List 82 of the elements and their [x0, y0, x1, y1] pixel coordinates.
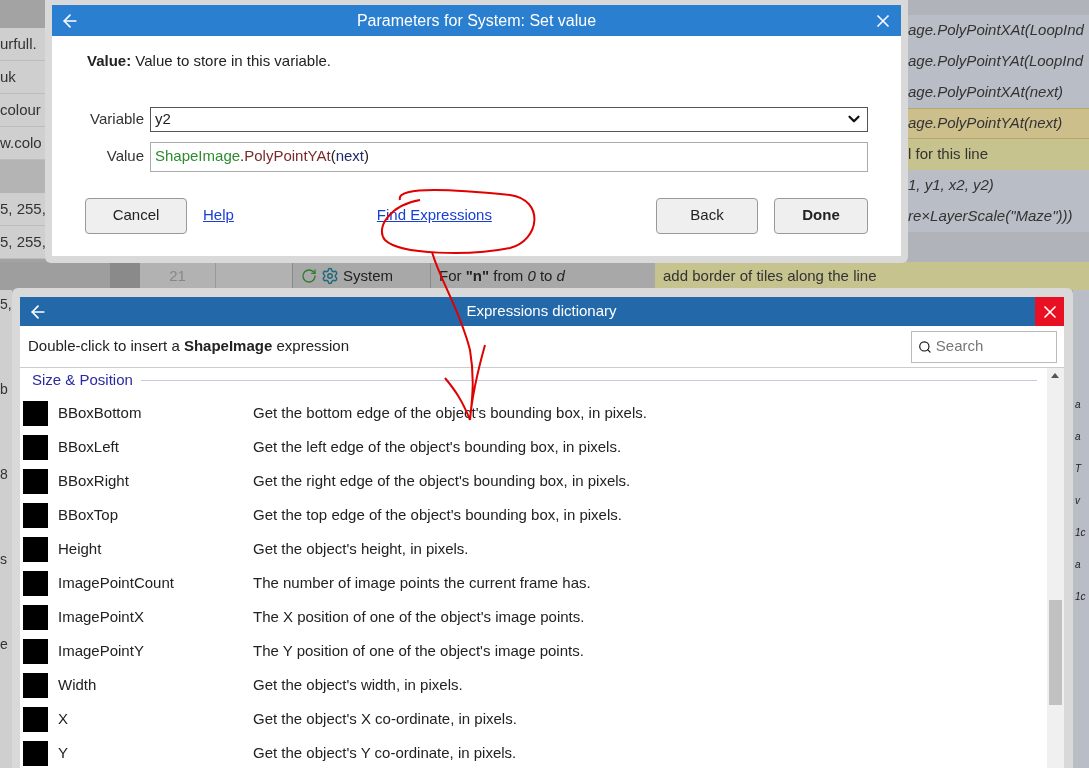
expression-name[interactable]: ImagePointX: [48, 605, 253, 629]
sheet-cell-text: b: [0, 380, 8, 399]
loop-icon: [301, 268, 317, 284]
expression-icon: [23, 536, 48, 562]
expression-icon: [23, 638, 48, 664]
sheet-cell-text: 8: [0, 465, 8, 484]
comment-text: l for this line: [908, 144, 989, 165]
expression-name[interactable]: BBoxLeft: [48, 435, 253, 459]
expression-icon: [23, 434, 48, 460]
expression-text: re×LayerScale("Maze"))): [908, 206, 1073, 227]
expression-icon: [23, 706, 48, 732]
field-label: Value: [105, 146, 145, 167]
object-name: System: [343, 265, 393, 286]
expression-description: Get the object's X co-ordinate, in pixels.: [253, 708, 517, 729]
expression-icon: [23, 400, 48, 426]
sheet-row[interactable]: re×LayerScale("Maze"))): [905, 201, 1089, 232]
expression-text: age.PolyPointYAt(next): [908, 113, 1063, 134]
expression-description: Get the right edge of the object's bounding box, in pixels.: [253, 470, 631, 491]
sheet-cell-text: colour: [0, 99, 41, 120]
expression-name[interactable]: X: [48, 707, 253, 731]
section-heading: Size & Position: [32, 369, 133, 390]
done-button[interactable]: Done: [774, 197, 868, 234]
sheet-row[interactable]: 1, y1, x2, y2): [905, 170, 1089, 201]
expression-text: a: [1074, 432, 1082, 442]
expression-name[interactable]: BBoxTop: [48, 503, 253, 527]
sheet-cell-text: w.colo: [0, 132, 42, 153]
expression-icon: [23, 570, 48, 596]
field-description: Value: Value to store in this variable.: [87, 51, 332, 71]
scrollbar[interactable]: [1047, 368, 1064, 768]
expression-description: Get the left edge of the object's bounding box, in pixels.: [253, 436, 622, 457]
help-link[interactable]: Help: [203, 204, 234, 227]
sheet-cell-text: 5, 255,: [0, 231, 45, 252]
expression-description: The X position of one of the object's image points.: [253, 606, 585, 627]
back-button[interactable]: Back: [656, 197, 758, 234]
expression-description: The number of image points the current frame has.: [253, 572, 591, 593]
expression-text: age.PolyPointXAt(next): [908, 82, 1064, 103]
field-label: Variable: [89, 108, 145, 129]
sheet-cell-text: uk: [0, 66, 16, 87]
dictionary-title: Expressions dictionary: [465, 301, 618, 322]
hint-text: Double-click to insert a ShapeImage expression: [28, 336, 350, 357]
expression-name[interactable]: ImagePointY: [48, 639, 253, 663]
sheet-cell-text: s: [0, 550, 7, 569]
close-button[interactable]: [1035, 297, 1064, 326]
expression-description: Get the object's width, in pixels.: [253, 674, 463, 695]
expression-icon: [23, 672, 48, 698]
sheet-row[interactable]: l for this line: [905, 139, 1089, 170]
expression-text: T: [1074, 464, 1083, 474]
search-icon: [918, 338, 932, 355]
cancel-button[interactable]: Cancel: [85, 197, 187, 234]
sheet-row[interactable]: age.PolyPointXAt(next): [905, 77, 1089, 108]
expression-text: 1c: [1074, 528, 1087, 538]
search-field[interactable]: Search: [911, 330, 1057, 363]
expression-name[interactable]: Height: [48, 537, 253, 561]
expression-icon: [23, 740, 48, 766]
search-input[interactable]: Search: [935, 335, 1050, 358]
expression-icon: [23, 502, 48, 528]
value-input[interactable]: ShapeImage.PolyPointYAt(next): [150, 141, 868, 172]
expression-name[interactable]: BBoxRight: [48, 469, 253, 493]
expression-description: Get the top edge of the object's bounding box, in pixels.: [253, 504, 622, 525]
variable-dropdown[interactable]: y2: [150, 106, 868, 132]
expression-name[interactable]: Width: [48, 673, 253, 697]
expression-name[interactable]: ImagePointCount: [48, 571, 253, 595]
expression-description: Get the object's height, in pixels.: [253, 538, 469, 559]
expression-icon: [23, 604, 48, 630]
expression-text: 1c: [1074, 592, 1087, 602]
sheet-cell-text: urfull.: [0, 33, 37, 54]
sheet-row[interactable]: age.PolyPointYAt(next): [905, 108, 1089, 139]
expression-description: The Y position of one of the object's image points.: [253, 640, 584, 661]
expression-icon: [23, 468, 48, 494]
expression-text: a: [1074, 560, 1082, 570]
expression-name[interactable]: Y: [48, 741, 253, 765]
expression-text: a: [1074, 400, 1082, 410]
expression-text: v: [1074, 496, 1082, 506]
dialog-title: Parameters for System: Set value: [355, 10, 598, 31]
sheet-cell-text: 5, 255,: [0, 198, 45, 219]
expression-description: Get the object's Y co-ordinate, in pixels.: [253, 742, 517, 763]
sheet-cell-text: e: [0, 635, 8, 654]
sheet-cell-text: 5,: [0, 295, 12, 314]
gear-icon: [321, 267, 339, 285]
expression-name[interactable]: BBoxBottom: [48, 401, 253, 425]
expression-text: 1, y1, x2, y2): [908, 175, 994, 196]
comment-text: add border of tiles along the line: [663, 265, 877, 286]
